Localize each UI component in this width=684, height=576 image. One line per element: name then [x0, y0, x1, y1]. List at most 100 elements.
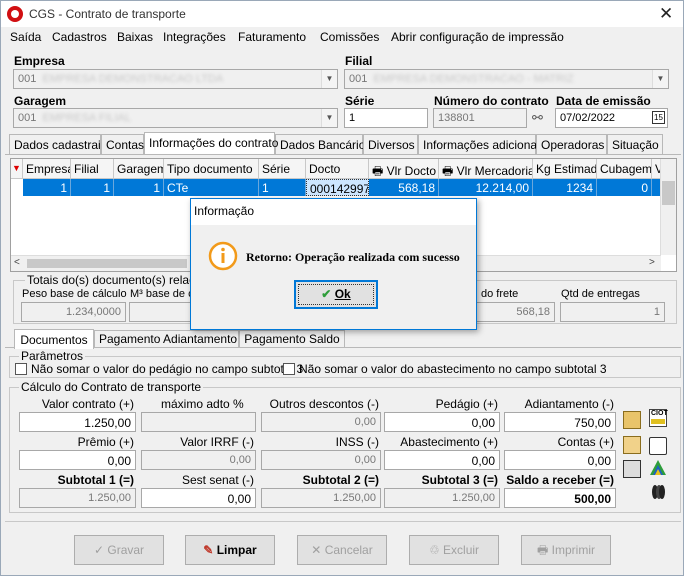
menu-cadastros[interactable]: Cadastros	[52, 30, 107, 44]
tab-dados-bancarios[interactable]: Dados Bancários	[275, 134, 371, 154]
maximo-adto-input[interactable]	[141, 412, 256, 432]
tab-informacoes-contrato[interactable]: Informações do contrato	[144, 132, 278, 154]
excluir-button[interactable]: ♲ Excluir	[409, 535, 499, 565]
adiantamento-input[interactable]: 750,00	[504, 412, 616, 432]
nao-somar-pedagio-label: Não somar o valor do pedágio no campo su…	[31, 362, 304, 376]
premio-input[interactable]: 0,00	[19, 450, 136, 470]
col-empresa[interactable]: Empresa	[23, 159, 71, 179]
scroll-left-icon[interactable]: <	[14, 257, 20, 268]
grid-vertical-scrollbar[interactable]	[660, 159, 676, 255]
filial-select[interactable]: 001 EMPRESA DEMONSTRACAO - MATRIZ ▼	[344, 69, 669, 89]
message-icon[interactable]	[649, 437, 667, 455]
gravar-button[interactable]: ✓ Gravar	[74, 535, 164, 565]
cell-serie[interactable]: 1	[259, 179, 306, 196]
tab-informacoes-adicionais[interactable]: Informações adicionais	[418, 134, 546, 154]
serie-input[interactable]: 1	[344, 108, 428, 128]
col-kg-estimado[interactable]: Kg Estimado	[533, 159, 597, 179]
limpar-button[interactable]: ✎ Limpar	[185, 535, 275, 565]
checkbox-icon[interactable]	[283, 363, 295, 375]
dialog-message: Retorno: Operação realizada com sucesso	[246, 250, 460, 264]
cell-filial[interactable]: 1	[71, 179, 114, 196]
abastecimento-input[interactable]: 0,00	[384, 450, 500, 470]
cell-garagem[interactable]: 1	[114, 179, 164, 196]
menu-saida[interactable]: Saída	[10, 30, 41, 44]
copy-documents-icon[interactable]	[623, 460, 641, 478]
contas-input[interactable]: 0,00	[504, 450, 616, 470]
m3-value[interactable]	[129, 302, 199, 322]
footer-divider	[5, 521, 681, 522]
saldo-receber-input[interactable]: 500,00	[504, 488, 616, 508]
valor-contrato-input[interactable]: 1.250,00	[19, 412, 136, 432]
chevron-down-icon[interactable]: ▼	[652, 70, 668, 88]
tab-divider	[5, 154, 681, 155]
subtotal1-input[interactable]: 1.250,00	[19, 488, 136, 508]
cell-docto[interactable]: 000142997	[306, 179, 369, 196]
tab-situacao[interactable]: Situação	[607, 134, 663, 154]
cell-empresa[interactable]: 1	[23, 179, 71, 196]
col-cubagem[interactable]: Cubagem	[597, 159, 652, 179]
sest-senat-input[interactable]: 0,00	[141, 488, 256, 508]
document-edit-icon[interactable]	[623, 436, 641, 454]
scroll-thumb[interactable]	[662, 181, 675, 205]
col-vlr-docto[interactable]: 🖶 Vlr Docto	[369, 159, 439, 179]
inss-input[interactable]: 0,00	[261, 450, 381, 470]
menu-config-impressao[interactable]: Abrir configuração de impressão	[391, 30, 564, 44]
cell-vlr-docto[interactable]: 568,18	[369, 179, 439, 196]
limpar-label: Limpar	[216, 543, 257, 557]
filial-name-redacted: EMPRESA DEMONSTRACAO - MATRIZ	[370, 73, 574, 85]
subtotal3-input[interactable]: 1.250,00	[384, 488, 500, 508]
subtab-pagamento-saldo[interactable]: Pagamento Saldo	[239, 330, 345, 348]
col-filial[interactable]: Filial	[71, 159, 114, 179]
valor-irrf-input[interactable]: 0,00	[141, 450, 256, 470]
peso-label: Peso base de cálculo	[22, 288, 127, 300]
triangle-icon[interactable]	[649, 459, 667, 477]
col-tipo-documento[interactable]: Tipo documento	[164, 159, 259, 179]
cell-cubagem[interactable]: 0	[597, 179, 652, 196]
cell-vlr-mercadoria[interactable]: 12.214,00	[439, 179, 533, 196]
cancelar-button[interactable]: ✕ Cancelar	[297, 535, 387, 565]
close-icon[interactable]: ✕	[659, 4, 673, 24]
ciot-icon[interactable]: CIOT	[649, 409, 668, 427]
col-docto[interactable]: Docto	[306, 159, 369, 179]
cell-tipo-documento[interactable]: CTe	[164, 179, 259, 196]
qtd-entregas-value[interactable]: 1	[560, 302, 665, 322]
menu-faturamento[interactable]: Faturamento	[238, 30, 306, 44]
scroll-thumb[interactable]	[27, 259, 187, 268]
data-emissao-input[interactable]: 07/02/2022 15	[555, 108, 668, 128]
subtab-pagamento-adiantamento[interactable]: Pagamento Adiantamento	[94, 330, 239, 348]
garagem-select[interactable]: 001 EMPRESA FILIAL ▼	[13, 108, 338, 128]
outros-descontos-input[interactable]: 0,00	[261, 412, 381, 432]
ok-label: Ok	[334, 287, 351, 301]
imprimir-button[interactable]: 🖶 Imprimir	[521, 535, 611, 565]
checkbox-nao-somar-abastecimento[interactable]: Não somar o valor do abastecimento no ca…	[283, 362, 607, 376]
col-serie[interactable]: Série	[259, 159, 306, 179]
subtab-documentos[interactable]: Documentos	[14, 329, 94, 349]
cell-kg-estimado[interactable]: 1234	[533, 179, 597, 196]
subtotal2-input[interactable]: 1.250,00	[261, 488, 381, 508]
calendar-icon[interactable]: 15	[652, 111, 665, 124]
pedagio-input[interactable]: 0,00	[384, 412, 500, 432]
tab-contas[interactable]: Contas	[101, 134, 144, 154]
col-vlr-mercadoria[interactable]: 🖶 Vlr Mercadoria	[439, 159, 533, 179]
menu-comissoes[interactable]: Comissões	[320, 30, 379, 44]
tab-diversos[interactable]: Diversos	[363, 134, 418, 154]
menu-integracoes[interactable]: Integrações	[163, 30, 226, 44]
tab-dados-cadastrais[interactable]: Dados cadastrais	[9, 134, 107, 154]
document-edit-icon[interactable]	[623, 411, 641, 429]
menu-baixas[interactable]: Baixas	[117, 30, 153, 44]
coins-icon[interactable]	[649, 483, 667, 501]
scroll-right-icon[interactable]: >	[649, 257, 655, 268]
checkbox-icon[interactable]	[15, 363, 27, 375]
chevron-down-icon[interactable]: ▼	[321, 70, 337, 88]
garagem-name-redacted: EMPRESA FILIAL	[39, 112, 132, 124]
premio-label: Prêmio (+)	[77, 435, 134, 449]
checkbox-nao-somar-pedagio[interactable]: Não somar o valor do pedágio no campo su…	[15, 362, 303, 376]
ok-button[interactable]: ✔ Ok	[294, 280, 378, 309]
empresa-select[interactable]: 001 EMPRESA DEMONSTRACAO LTDA ▼	[13, 69, 338, 89]
numero-contrato-input[interactable]: 138801	[433, 108, 527, 128]
chevron-down-icon[interactable]: ▼	[321, 109, 337, 127]
binoculars-icon[interactable]: ⚯	[532, 110, 543, 126]
tab-operadoras[interactable]: Operadoras	[536, 134, 607, 154]
peso-value[interactable]: 1.234,0000	[21, 302, 126, 322]
col-garagem[interactable]: Garagem	[114, 159, 164, 179]
